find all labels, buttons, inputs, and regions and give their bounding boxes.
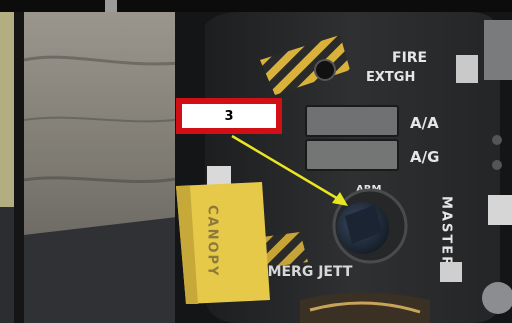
right-indicator: [488, 195, 512, 225]
ag-window: [305, 139, 399, 171]
ag-label: A/G: [410, 148, 439, 166]
cockpit-screenshot: FIRE EXTGH A/A A/G ARM MASTER EMERG JETT: [0, 0, 512, 323]
master-label: MASTER: [439, 196, 454, 268]
fire-warning-light: [456, 55, 478, 83]
extgh-label: EXTGH: [366, 70, 415, 85]
left-gap: [14, 12, 24, 323]
left-thumb-top: [0, 12, 14, 207]
callout-number: 3: [182, 104, 276, 128]
top-strip: [0, 0, 512, 12]
top-divider: [105, 0, 117, 12]
right-panel-edge: [484, 20, 512, 80]
emerg-jett-label: EMERG JETT: [258, 264, 353, 280]
fire-extinguish-button[interactable]: [314, 59, 336, 81]
aa-window: [305, 105, 399, 137]
aa-label: A/A: [410, 114, 439, 132]
canopy-label: CANOPY: [205, 205, 220, 277]
emerg-jett-light: [440, 262, 462, 282]
cockpit-scene: FIRE EXTGH A/A A/G ARM MASTER EMERG JETT: [0, 0, 512, 323]
left-thumb-bottom: [0, 207, 14, 323]
fire-label: FIRE: [392, 50, 427, 66]
callout-box: 3: [176, 98, 282, 134]
